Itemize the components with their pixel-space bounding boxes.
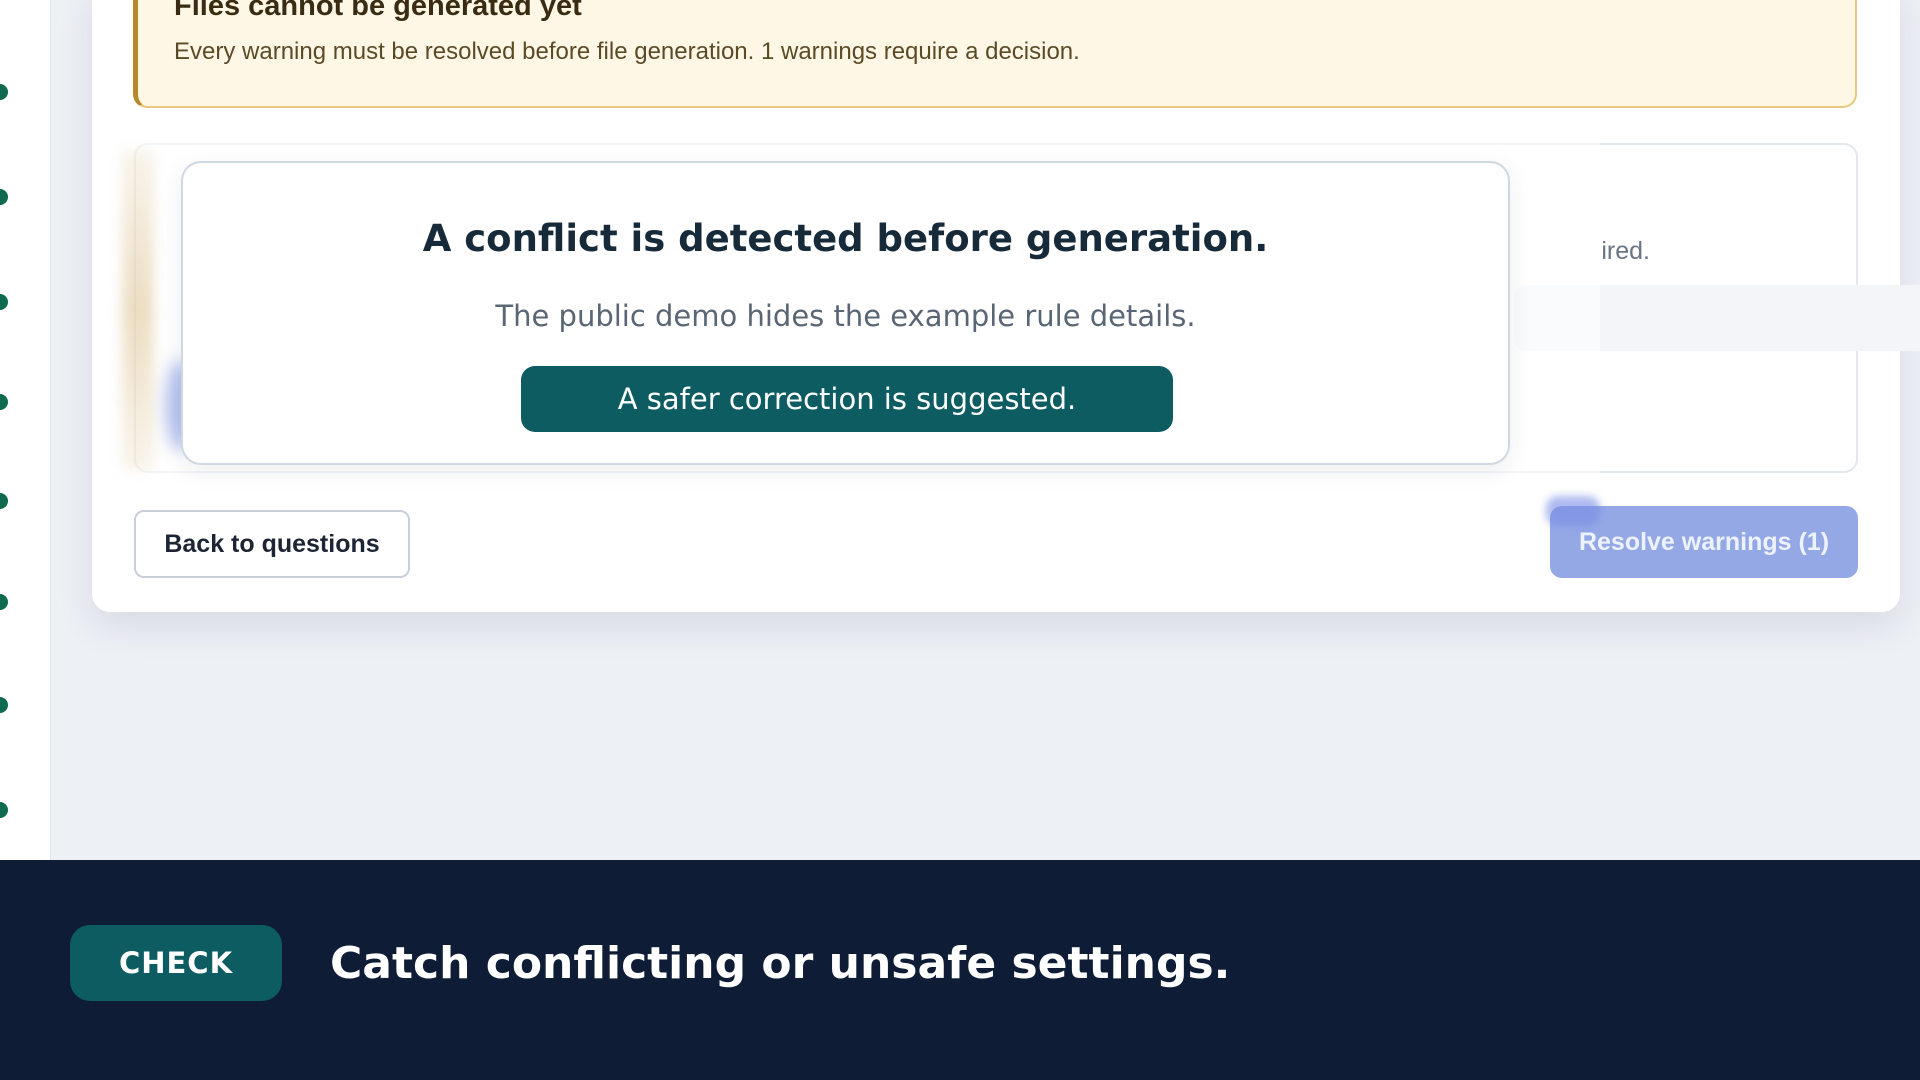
step-dot-icon: [0, 84, 8, 100]
warning-panel-text: ired.: [1601, 237, 1650, 265]
alert-title: Files cannot be generated yet: [174, 0, 582, 22]
step-dot-icon: [0, 802, 8, 818]
alert-message: Every warning must be resolved before fi…: [174, 38, 1080, 65]
sidebar: [0, 0, 51, 860]
caption-banner: CHECK Catch conflicting or unsafe settin…: [0, 860, 1920, 1080]
step-dot-icon: [0, 493, 8, 509]
step-dot-icon: [0, 594, 8, 610]
dialog-title: A conflict is detected before generation…: [422, 217, 1269, 260]
check-badge: CHECK: [70, 925, 282, 1001]
blurred-highlight: [1546, 496, 1600, 526]
back-to-questions-button[interactable]: Back to questions: [134, 510, 410, 578]
step-dot-icon: [0, 394, 8, 410]
caption-text: Catch conflicting or unsafe settings.: [330, 938, 1231, 989]
dialog-subtitle: The public demo hides the example rule d…: [495, 299, 1196, 333]
step-dot-icon: [0, 294, 8, 310]
conflict-dialog: A conflict is detected before generation…: [181, 161, 1510, 465]
safer-correction-button[interactable]: A safer correction is suggested.: [521, 366, 1173, 432]
step-dot-icon: [0, 189, 8, 205]
generation-blocked-alert: Files cannot be generated yet Every warn…: [133, 0, 1857, 108]
blurred-accent-bar: [122, 150, 154, 470]
step-dot-icon: [0, 697, 8, 713]
